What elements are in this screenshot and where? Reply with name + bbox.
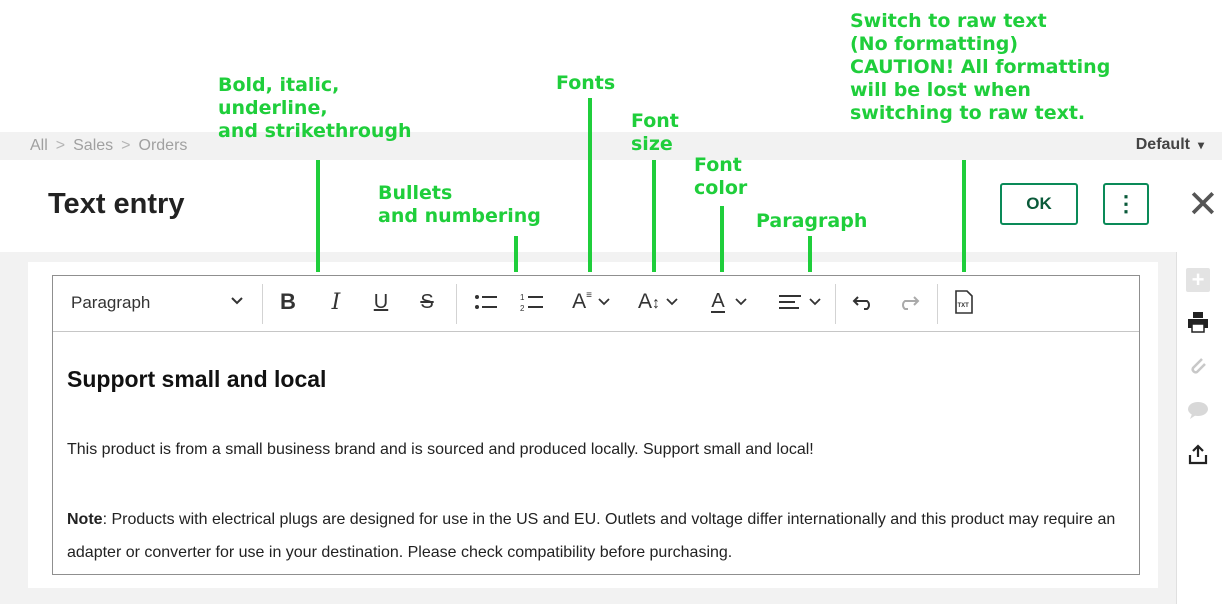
ok-button[interactable]: OK: [1000, 183, 1078, 225]
comment-button[interactable]: [1186, 398, 1210, 422]
strikethrough-icon: S: [420, 290, 434, 313]
svg-text:TXT: TXT: [958, 303, 970, 309]
more-options-button[interactable]: ⋮: [1103, 183, 1149, 225]
share-button[interactable]: [1186, 442, 1210, 466]
raw-text-icon: TXT: [955, 290, 973, 314]
bold-icon: B: [280, 289, 296, 314]
right-rail: [1176, 252, 1222, 604]
toolbar-divider: [937, 284, 938, 324]
caret-down-icon: ▾: [1197, 138, 1204, 152]
chevron-down-icon: [735, 298, 747, 306]
note-text: : Products with electrical plugs are des…: [67, 511, 1116, 561]
font-color-button[interactable]: A: [702, 284, 756, 320]
chevron-down-icon: [666, 298, 678, 306]
content-heading: Support small and local: [67, 366, 327, 392]
view-selector[interactable]: Default ▾: [1136, 136, 1204, 154]
annotation-paragraph: Paragraph: [756, 210, 868, 232]
breadcrumb-item-orders[interactable]: Orders: [139, 137, 188, 154]
annotation-line: [514, 236, 518, 272]
chevron-right-icon: >: [121, 137, 131, 154]
annotation-fonts: Fonts: [556, 72, 616, 94]
attachment-icon: [1191, 358, 1206, 374]
content-note-paragraph: Note: Products with electrical plugs are…: [67, 503, 1117, 569]
undo-button[interactable]: [848, 284, 878, 320]
numbered-list-button[interactable]: 1 2: [516, 284, 548, 320]
chevron-right-icon: >: [55, 137, 66, 154]
redo-button[interactable]: [894, 284, 924, 320]
font-family-icon: A≡: [572, 290, 592, 313]
close-button[interactable]: ✕: [1187, 186, 1219, 224]
breadcrumb-item-all[interactable]: All: [30, 137, 48, 154]
bullet-list-button[interactable]: [470, 284, 502, 320]
paragraph-style-select[interactable]: Paragraph: [71, 293, 150, 313]
underline-button[interactable]: U: [367, 284, 395, 320]
breadcrumb-item-sales[interactable]: Sales: [73, 137, 113, 154]
redo-icon: [902, 296, 920, 310]
chevron-down-icon: [809, 298, 821, 306]
view-selector-label: Default: [1135, 136, 1190, 153]
annotation-font-size: Font size: [631, 110, 679, 155]
add-button[interactable]: +: [1186, 268, 1210, 292]
chevron-down-icon[interactable]: [230, 293, 244, 311]
font-size-icon: A↕: [637, 290, 660, 313]
strikethrough-button[interactable]: S: [413, 284, 441, 320]
italic-button[interactable]: I: [322, 284, 350, 320]
italic-icon: I: [331, 289, 341, 315]
share-icon: [1188, 444, 1208, 465]
numbered-list-icon: 1 2: [520, 293, 543, 313]
annotation-bullets: Bullets and numbering: [378, 182, 541, 227]
annotation-line: [316, 160, 320, 272]
note-label: Note: [67, 511, 103, 528]
annotation-line: [962, 160, 966, 272]
annotation-line: [588, 98, 592, 272]
annotation-line: [808, 236, 812, 272]
chevron-down-icon: [598, 298, 610, 306]
close-icon: ✕: [1187, 184, 1219, 226]
svg-text:2: 2: [520, 304, 525, 313]
font-color-icon: A: [711, 290, 725, 313]
font-family-button[interactable]: A≡: [564, 284, 618, 320]
content-paragraph: This product is from a small business br…: [67, 441, 814, 458]
annotation-line: [652, 160, 656, 272]
breadcrumb: All > Sales > Orders: [30, 137, 187, 155]
align-icon: [779, 295, 801, 309]
font-size-button[interactable]: A↕: [630, 284, 686, 320]
comment-icon: [1188, 402, 1208, 419]
bullet-list-icon: [475, 295, 497, 309]
plus-icon: +: [1191, 267, 1205, 292]
bold-button[interactable]: B: [274, 284, 302, 320]
annotation-raw-text: Switch to raw text (No formatting) CAUTION…: [850, 10, 1111, 124]
print-button[interactable]: [1186, 310, 1210, 334]
toolbar-divider: [262, 284, 263, 324]
attachment-button[interactable]: [1186, 354, 1210, 378]
toolbar-divider: [835, 284, 836, 324]
undo-icon: [852, 296, 870, 310]
vertical-dots-icon: ⋮: [1115, 191, 1137, 216]
print-icon: [1188, 312, 1208, 333]
annotation-formatting: Bold, italic, underline, and strikethrough: [218, 74, 412, 142]
svg-text:1: 1: [520, 293, 525, 302]
annotation-font-color: Font color: [694, 154, 748, 199]
underline-icon: U: [373, 290, 389, 313]
paragraph-align-button[interactable]: [772, 284, 828, 320]
raw-text-button[interactable]: TXT: [950, 284, 978, 320]
page-title: Text entry: [48, 188, 185, 220]
annotation-line: [720, 206, 724, 272]
toolbar-divider: [456, 284, 457, 324]
